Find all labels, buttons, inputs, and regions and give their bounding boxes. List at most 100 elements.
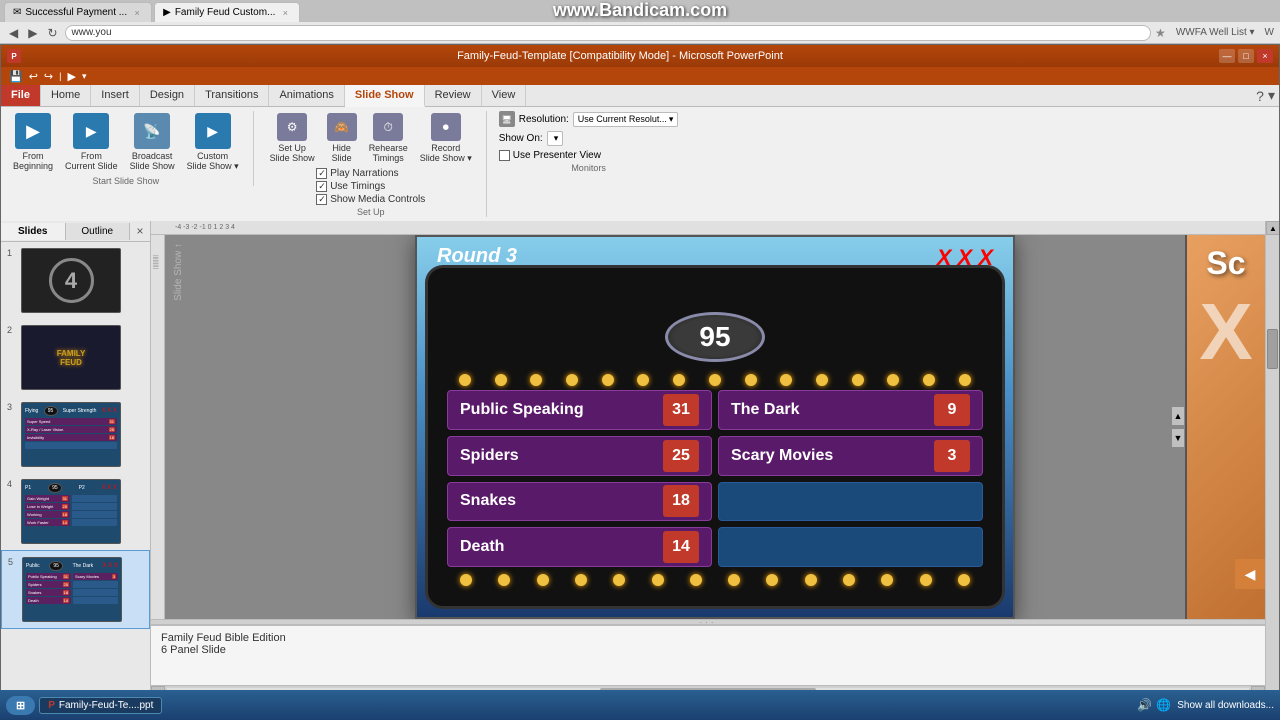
taskbar-speaker-icon[interactable]: 🔊 [1137,698,1152,712]
ppt-close-button[interactable]: × [1257,49,1273,63]
answer-row-left-3: Snakes 18 [447,482,712,522]
from-current-icon: ▶ [73,113,109,149]
setup-slideshow-button[interactable]: ⚙ Set UpSlide Show [266,111,319,166]
ribbon-tab-home[interactable]: Home [41,85,91,106]
qa-redo[interactable]: ↪ [44,70,53,83]
show-media-checkbox[interactable] [316,194,327,205]
back-button[interactable]: ◀ [6,25,21,41]
show-on-label: Show On: [499,133,543,144]
wwfa-label: WWFA Well List ▾ [1176,27,1255,38]
taskbar-clock: Show all downloads... [1177,700,1274,711]
tab-close[interactable]: × [131,7,143,19]
slide-panel-close[interactable]: × [130,221,150,241]
answer-row-left-4: Death 14 [447,527,712,567]
broadcast-icon: 📡 [134,113,170,149]
score-oval: 95 [665,312,765,362]
slides-tab[interactable]: Slides [1,223,66,240]
scroll-down-button[interactable]: ▼ [1171,428,1185,448]
light-b2 [498,574,510,586]
ribbon-tab-insert[interactable]: Insert [91,85,140,106]
hide-slide-button[interactable]: 🙈 HideSlide [323,111,361,166]
presenter-view-label: Use Presenter View [513,150,601,161]
play-narrations-checkbox[interactable] [316,168,327,179]
browser-tab-payment[interactable]: ✉ Successful Payment ... × [4,2,152,22]
custom-slideshow-button[interactable]: ▶ CustomSlide Show ▾ [183,111,243,174]
ribbon-tab-slideshow[interactable]: Slide Show [345,85,425,107]
scroll-up-button[interactable]: ▲ [1171,406,1185,426]
hide-label: HideSlide [332,143,352,163]
show-on-dropdown[interactable]: ▾ [547,131,564,146]
taskbar-ppt-program[interactable]: P Family-Feud-Te....ppt [39,697,162,714]
lights-strip-top [447,370,983,390]
slide-thumbnail-3[interactable]: 3 Flying 95 Super Strength X X X Super S… [1,396,150,473]
browser-tab-feud[interactable]: ▶ Family Feud Custom... × [154,2,300,22]
light-b1 [460,574,472,586]
rehearse-icon: ⏱ [373,113,403,141]
resolution-dropdown[interactable]: Use Current Resolut... ▾ [573,112,679,127]
from-beginning-button[interactable]: ▶ FromBeginning [9,111,57,174]
v-scroll-thumb[interactable] [1267,329,1278,369]
from-beginning-label: FromBeginning [13,151,53,171]
answer-row-left-2: Spiders 25 [447,436,712,476]
ppt-maximize-button[interactable]: □ [1238,49,1254,63]
ribbon-tab-review[interactable]: Review [425,85,482,106]
ruler-left: ||||||||| [151,235,165,619]
qa-save[interactable]: 💾 [9,70,23,83]
presenter-view-checkbox[interactable] [499,150,510,161]
url-bar[interactable]: www.you [65,25,1152,41]
answer-row-right-4 [718,527,983,567]
qa-undo[interactable]: ↩ [29,70,38,83]
tab-close-active[interactable]: × [279,7,291,19]
record-label: RecordSlide Show ▾ [420,143,472,164]
slide-preview-4: P1 95 P2 X X X Gain Weight31 Lose in Wei… [21,479,121,544]
use-timings-checkbox[interactable] [316,181,327,192]
rehearse-button[interactable]: ⏱ RehearseTimings [365,111,412,166]
start-button[interactable]: ⊞ [6,696,35,715]
slide-thumbnail-2[interactable]: 2 FAMILYFEUD [1,319,150,396]
resolution-icon: 🖥 [499,111,515,127]
ppt-app-icon: P [7,49,21,63]
broadcast-button[interactable]: 📡 BroadcastSlide Show [126,111,179,174]
bookmark-icon[interactable]: ★ [1155,26,1166,40]
ribbon-tab-view[interactable]: View [482,85,527,106]
from-current-button[interactable]: ▶ FromCurrent Slide [61,111,122,174]
tab-label: Family Feud Custom... [175,7,276,18]
answer-grid: Public Speaking 31 The Dark 9 [447,390,983,567]
use-timings-label: Use Timings [330,181,385,192]
show-on-chevron: ▾ [554,133,559,144]
other-label: W [1265,27,1274,38]
ribbon-collapse[interactable]: ▾ [1268,87,1275,104]
ribbon-tab-transitions[interactable]: Transitions [195,85,269,106]
right-nav-arrow[interactable]: ◀ [1235,559,1265,589]
ribbon-tab-design[interactable]: Design [140,85,195,106]
answer-text-right-1: The Dark [731,401,799,419]
slide-frame: 95 [425,265,1005,609]
v-scrollbar: ▲ ▼ [1265,221,1279,719]
qa-play[interactable]: ▶ [67,70,75,83]
light-7 [673,374,685,386]
from-beginning-icon: ▶ [15,113,51,149]
ribbon-tab-file[interactable]: File [1,85,41,106]
v-scroll-up[interactable]: ▲ [1266,221,1279,235]
refresh-button[interactable]: ↻ [44,25,60,41]
taskbar-network-icon[interactable]: 🌐 [1156,698,1171,712]
slide-thumbnail-5[interactable]: 5 Public 95 The Dark X X X Public Speaki… [1,550,150,629]
outline-tab[interactable]: Outline [66,223,131,240]
ppt-minimize-button[interactable]: — [1219,49,1235,63]
qa-dropdown[interactable]: ▾ [82,71,87,82]
forward-button[interactable]: ▶ [25,25,40,41]
answer-row-left-1: Public Speaking 31 [447,390,712,430]
answer-score-left-4: 14 [663,531,699,563]
slide-thumbnail-4[interactable]: 4 P1 95 P2 X X X Gain Weight31 Lose in W… [1,473,150,550]
ruler-top: -4 -3 -2 -1 0 1 2 3 4 [151,221,1265,235]
slide-thumbnail-1[interactable]: 1 4 [1,242,150,319]
ribbon-tab-animations[interactable]: Animations [269,85,344,106]
light-1 [459,374,471,386]
record-icon: ⏺ [431,113,461,141]
ribbon-help[interactable]: ? [1256,88,1264,104]
record-button[interactable]: ⏺ RecordSlide Show ▾ [416,111,476,166]
taskbar-ppt-label: Family-Feud-Te....ppt [59,700,153,711]
answer-score-left-2: 25 [663,440,699,472]
tab-icon: ✉ [13,7,21,18]
slide-preview-5: Public 95 The Dark X X X Public Speaking… [22,557,122,622]
